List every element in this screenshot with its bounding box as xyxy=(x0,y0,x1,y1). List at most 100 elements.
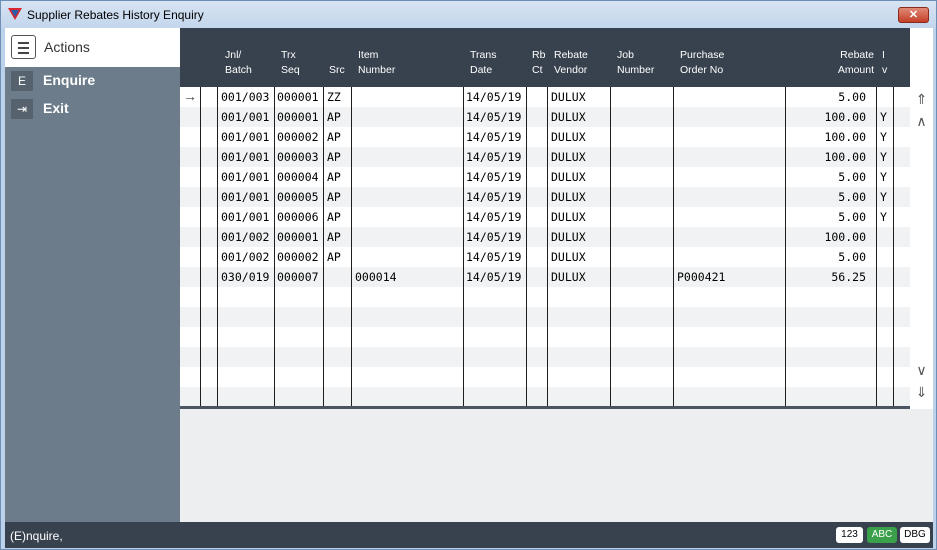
cell-seq: 000001 xyxy=(277,230,319,244)
cell-vendor: DULUX xyxy=(551,170,586,184)
column-header-job[interactable]: Job Number xyxy=(617,48,654,78)
column-divider xyxy=(526,87,527,407)
cell-flag: Y xyxy=(880,110,887,124)
cell-po: P000421 xyxy=(677,270,726,284)
column-header-src[interactable]: Src xyxy=(329,48,345,78)
column-divider xyxy=(351,87,352,407)
cell-src: AP xyxy=(327,190,341,204)
app-logo-icon xyxy=(8,8,22,20)
cell-amount: 5.00 xyxy=(838,190,866,204)
cell-src: AP xyxy=(327,130,341,144)
table-row[interactable] xyxy=(180,287,910,307)
cell-batch: 001/002 xyxy=(221,230,270,244)
column-divider xyxy=(323,87,324,407)
table-row[interactable]: 001/001 000002 AP 14/05/19 DULUX Y 100.00 xyxy=(180,127,910,147)
grid-header: Jnl/ Batch Trx Seq Src Item Number Trans… xyxy=(180,28,933,87)
cell-vendor: DULUX xyxy=(551,150,586,164)
rebates-grid: Jnl/ Batch Trx Seq Src Item Number Trans… xyxy=(180,28,933,523)
cell-seq: 000006 xyxy=(277,210,319,224)
cell-vendor: DULUX xyxy=(551,270,586,284)
table-row[interactable] xyxy=(180,367,910,387)
column-header-batch[interactable]: Jnl/ Batch xyxy=(225,48,252,78)
column-divider xyxy=(893,87,894,407)
menu-icon[interactable] xyxy=(11,35,36,59)
numeric-mode-badge: 123 xyxy=(836,527,863,543)
cell-batch: 001/001 xyxy=(221,150,270,164)
cell-date: 14/05/19 xyxy=(466,130,522,144)
table-row[interactable] xyxy=(180,387,910,407)
column-divider xyxy=(547,87,548,407)
table-row[interactable]: 030/019 000007 000014 14/05/19 DULUX P000421 5… xyxy=(180,267,910,287)
sidebar-item-exit[interactable]: ⇥ Exit xyxy=(5,96,180,122)
cell-date: 14/05/19 xyxy=(466,150,522,164)
close-button[interactable]: ✕ xyxy=(898,7,929,23)
cell-seq: 000001 xyxy=(277,90,319,104)
cell-batch: 030/019 xyxy=(221,270,270,284)
column-header-seq[interactable]: Trx Seq xyxy=(281,48,300,78)
cell-flag: Y xyxy=(880,210,887,224)
actions-sidebar: Actions E Enquire ⇥ Exit xyxy=(5,28,180,523)
column-divider xyxy=(200,87,201,407)
table-row[interactable]: 001/002 000002 AP 14/05/19 DULUX 5.00 xyxy=(180,247,910,267)
cell-amount: 100.00 xyxy=(824,230,866,244)
column-header-vendor[interactable]: Rebate Vendor xyxy=(554,48,588,78)
column-divider xyxy=(274,87,275,407)
cell-amount: 100.00 xyxy=(824,130,866,144)
table-row[interactable]: 001/002 000001 AP 14/05/19 DULUX 100.00 xyxy=(180,227,910,247)
column-header-item[interactable]: Item Number xyxy=(358,48,395,78)
cell-date: 14/05/19 xyxy=(466,170,522,184)
current-row-arrow-icon: → xyxy=(183,88,197,104)
cell-date: 14/05/19 xyxy=(466,190,522,204)
column-header-date[interactable]: Trans Date xyxy=(470,48,496,78)
column-divider xyxy=(876,87,877,407)
column-header-ct[interactable]: Rb Ct xyxy=(532,48,545,78)
cell-vendor: DULUX xyxy=(551,210,586,224)
cell-seq: 000003 xyxy=(277,150,319,164)
window-title: Supplier Rebates History Enquiry xyxy=(27,8,204,22)
sidebar-item-label: Exit xyxy=(43,100,69,116)
table-row[interactable]: 001/001 000004 AP 14/05/19 DULUX Y 5.00 xyxy=(180,167,910,187)
scroll-up-icon[interactable]: ∧ xyxy=(913,113,930,129)
table-row[interactable]: 001/001 000006 AP 14/05/19 DULUX Y 5.00 xyxy=(180,207,910,227)
cell-src: AP xyxy=(327,110,341,124)
cell-date: 14/05/19 xyxy=(466,90,522,104)
cell-batch: 001/001 xyxy=(221,130,270,144)
column-header-amount[interactable]: Rebate Amount xyxy=(820,48,874,78)
cell-amount: 5.00 xyxy=(838,90,866,104)
cell-seq: 000002 xyxy=(277,130,319,144)
cell-vendor: DULUX xyxy=(551,250,586,264)
table-row[interactable]: 001/001 000005 AP 14/05/19 DULUX Y 5.00 xyxy=(180,187,910,207)
table-row[interactable] xyxy=(180,327,910,347)
cell-amount: 5.00 xyxy=(838,250,866,264)
column-divider xyxy=(217,87,218,407)
app-window: Supplier Rebates History Enquiry ✕ Actio… xyxy=(0,0,937,550)
scroll-down-icon[interactable]: ∨ xyxy=(913,362,930,378)
cell-batch: 001/001 xyxy=(221,210,270,224)
column-divider xyxy=(463,87,464,407)
cell-seq: 000005 xyxy=(277,190,319,204)
cell-flag: Y xyxy=(880,170,887,184)
table-row[interactable] xyxy=(180,307,910,327)
column-header-flag[interactable]: I v xyxy=(882,48,887,78)
sidebar-item-enquire[interactable]: E Enquire xyxy=(5,68,180,94)
table-row[interactable] xyxy=(180,347,910,367)
table-row[interactable]: 001/001 000003 AP 14/05/19 DULUX Y 100.00 xyxy=(180,147,910,167)
cell-seq: 000001 xyxy=(277,110,319,124)
cell-src: AP xyxy=(327,230,341,244)
status-text: (E)nquire, xyxy=(10,529,63,543)
cell-batch: 001/001 xyxy=(221,170,270,184)
column-header-po[interactable]: Purchase Order No xyxy=(680,48,724,78)
vertical-scrollbar[interactable]: ⇑ ∧ ∨ ⇓ xyxy=(910,28,933,409)
cell-vendor: DULUX xyxy=(551,130,586,144)
scroll-top-icon[interactable]: ⇑ xyxy=(913,91,930,107)
column-divider xyxy=(673,87,674,407)
table-row[interactable]: → 001/003 000001 ZZ 14/05/19 DULUX 5.00 xyxy=(180,87,910,107)
grid-bottom-border xyxy=(180,406,910,409)
cell-date: 14/05/19 xyxy=(466,270,522,284)
cell-seq: 000002 xyxy=(277,250,319,264)
cell-item: 000014 xyxy=(355,270,397,284)
scroll-bottom-icon[interactable]: ⇓ xyxy=(913,384,930,400)
column-divider xyxy=(610,87,611,407)
cell-flag: Y xyxy=(880,150,887,164)
table-row[interactable]: 001/001 000001 AP 14/05/19 DULUX Y 100.00 xyxy=(180,107,910,127)
